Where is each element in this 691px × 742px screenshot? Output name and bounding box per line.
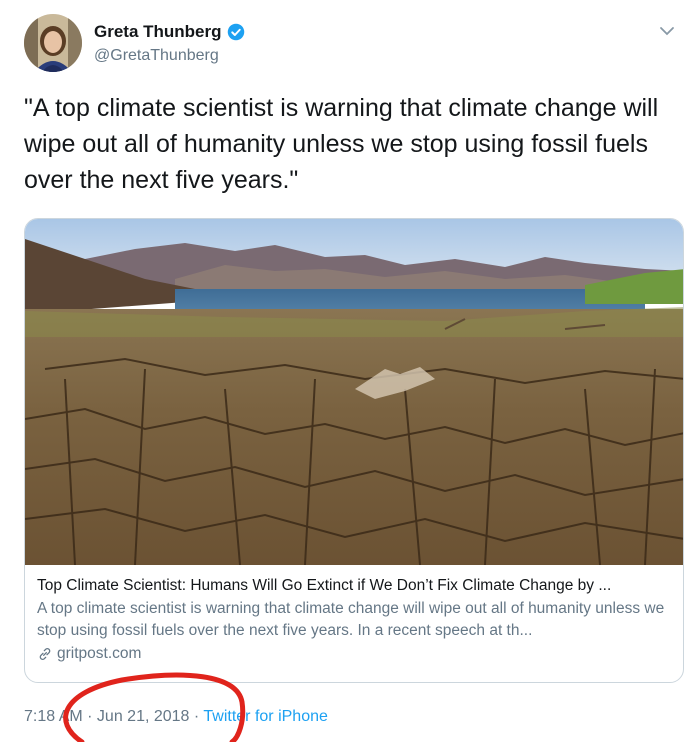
author-name-row[interactable]: Greta Thunberg xyxy=(94,22,245,42)
verified-badge-icon xyxy=(227,23,244,41)
chevron-down-icon[interactable] xyxy=(659,26,675,36)
link-domain-row[interactable]: gritpost.com xyxy=(37,643,677,665)
link-domain[interactable]: gritpost.com xyxy=(57,643,141,665)
link-icon xyxy=(39,648,51,660)
tweet-text: "A top climate scientist is warning that… xyxy=(24,94,659,194)
meta-separator: · xyxy=(82,708,97,725)
avatar[interactable] xyxy=(24,14,82,72)
link-description: A top climate scientist is warning that … xyxy=(37,600,665,639)
author-handle[interactable]: @GretaThunberg xyxy=(94,47,219,65)
meta-separator: · xyxy=(189,708,204,725)
dry-lakebed-photo xyxy=(25,219,683,565)
tweet-card: Greta Thunberg @GretaThunberg "A top cli… xyxy=(2,0,689,742)
tweet-source[interactable]: Twitter for iPhone xyxy=(203,708,328,725)
tweet-meta: 7:18 AM · Jun 21, 2018 · Twitter for iPh… xyxy=(24,708,328,726)
link-title[interactable]: Top Climate Scientist: Humans Will Go Ex… xyxy=(37,575,677,597)
link-preview-card[interactable]: Top Climate Scientist: Humans Will Go Ex… xyxy=(24,218,684,683)
link-preview-meta: Top Climate Scientist: Humans Will Go Ex… xyxy=(37,575,677,665)
avatar-image xyxy=(24,14,82,72)
tweet-time[interactable]: 7:18 AM xyxy=(24,708,83,725)
author-display-name[interactable]: Greta Thunberg xyxy=(94,22,222,42)
tweet-date[interactable]: Jun 21, 2018 xyxy=(97,708,190,725)
